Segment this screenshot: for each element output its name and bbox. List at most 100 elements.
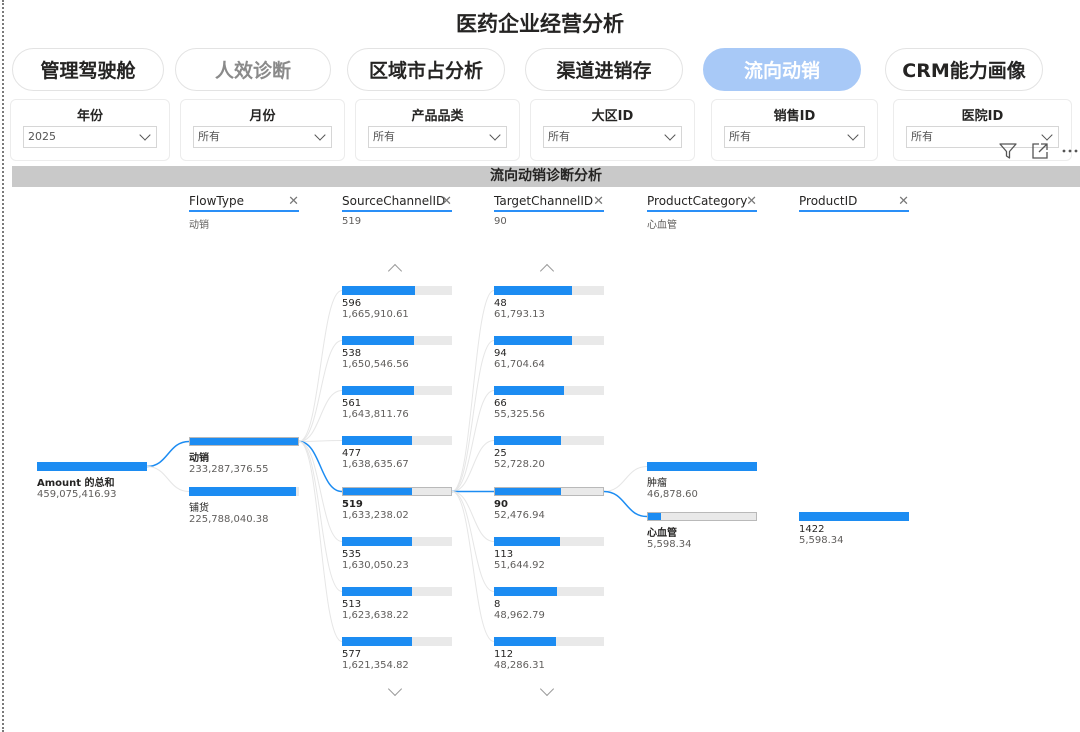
target-channel-node[interactable]: 25 52,728.20 [494,436,604,470]
target-channel-node[interactable]: 8 48,962.79 [494,587,604,621]
link [146,466,190,492]
node-bar-track [342,436,452,445]
node-value: 61,793.13 [494,309,545,320]
source-channel-node[interactable]: 513 1,623,638.22 [342,587,452,621]
link [298,290,343,442]
link [298,440,343,442]
node-bar-fill [189,487,296,496]
target-channel-node[interactable]: 112 48,286.31 [494,637,604,671]
node-bar-track [342,336,452,345]
node-label: 477 [342,448,362,459]
link [298,441,343,542]
node-label: 66 [494,398,507,409]
node-bar-fill [343,488,413,495]
node-value: 51,644.92 [494,560,545,571]
node-value: 5,598.34 [647,539,692,550]
link [451,340,495,492]
node-bar-fill [342,436,413,445]
link [451,491,495,592]
node-label: 538 [342,348,362,359]
target-channel-node[interactable]: 94 61,704.64 [494,336,604,370]
node-bar-fill [190,438,298,445]
node-bar-fill [494,587,557,596]
node-bar-track [799,512,909,521]
link [451,290,495,492]
node-bar-track [494,386,604,395]
link [298,340,343,442]
node-bar-track [37,462,147,471]
node-bar-track [494,537,604,546]
source-channel-node[interactable]: 577 1,621,354.82 [342,637,452,671]
node-bar-track [342,537,452,546]
node-bar-fill [494,286,573,295]
node-label: 94 [494,348,507,359]
product-category-node[interactable]: 心血管 5,598.34 [647,512,757,550]
source-channel-node[interactable]: 535 1,630,050.23 [342,537,452,571]
active-link [146,440,190,468]
node-bar-track [342,286,452,295]
node-value: 233,287,376.55 [189,464,269,475]
node-bar-track [494,436,604,445]
source-channel-node[interactable]: 477 1,638,635.67 [342,436,452,470]
link [451,491,495,542]
node-value: 1,643,811.76 [342,409,409,420]
node-value: 61,704.64 [494,359,545,370]
node-bar-track [494,336,604,345]
node-bar-track [342,587,452,596]
target-channel-node[interactable]: 90 52,476.94 [494,487,604,521]
node-bar-track [494,286,604,295]
node-label: 535 [342,549,362,560]
node-label: 8 [494,599,501,610]
node-value: 48,286.31 [494,660,545,671]
node-bar-fill [648,513,661,520]
node-label: 动销 [189,453,209,464]
product-category-node[interactable]: 肿瘤 46,878.60 [647,462,757,500]
node-bar-fill [799,512,909,521]
node-bar-fill [647,462,757,471]
link [298,390,343,442]
node-value: 1,650,546.56 [342,359,409,370]
node-value: 52,728.20 [494,459,545,470]
node-label: 25 [494,448,507,459]
node-label: 596 [342,298,362,309]
product-id-node[interactable]: 1422 5,598.34 [799,512,909,546]
node-label: 90 [494,499,508,510]
node-bar-track [189,487,299,496]
node-label: 1422 [799,524,825,535]
node-label: Amount 的总和 [37,478,115,489]
flowtype-node[interactable]: 铺货 225,788,040.38 [189,487,299,525]
source-channel-node[interactable]: 538 1,650,546.56 [342,336,452,370]
node-value: 55,325.56 [494,409,545,420]
node-bar-fill [342,587,413,596]
node-value: 1,665,910.61 [342,309,409,320]
target-channel-node[interactable]: 66 55,325.56 [494,386,604,420]
node-label: 513 [342,599,362,610]
target-channel-node[interactable]: 48 61,793.13 [494,286,604,320]
node-bar-track [189,437,299,446]
node-label: 铺货 [189,503,209,514]
node-value: 1,638,635.67 [342,459,409,470]
node-value: 52,476.94 [494,510,545,521]
node-bar-fill [342,386,414,395]
node-bar-fill [494,436,562,445]
node-bar-fill [494,537,560,546]
link [298,441,343,592]
source-channel-node[interactable]: 519 1,633,238.02 [342,487,452,521]
node-label: 519 [342,499,363,510]
node-bar-track [647,512,757,521]
link [451,491,495,642]
target-channel-node[interactable]: 113 51,644.92 [494,537,604,571]
source-channel-node[interactable]: 596 1,665,910.61 [342,286,452,320]
node-value: 48,962.79 [494,610,545,621]
node-bar-track [494,587,604,596]
node-value: 1,621,354.82 [342,660,409,671]
active-link [603,490,648,518]
source-channel-node[interactable]: 561 1,643,811.76 [342,386,452,420]
root-node[interactable]: Amount 的总和 459,075,416.93 [37,462,147,500]
node-bar-fill [342,286,415,295]
node-bar-track [342,487,452,496]
node-bar-fill [342,537,413,546]
flowtype-node[interactable]: 动销 233,287,376.55 [189,437,299,475]
node-label: 561 [342,398,362,409]
node-value: 1,630,050.23 [342,560,409,571]
